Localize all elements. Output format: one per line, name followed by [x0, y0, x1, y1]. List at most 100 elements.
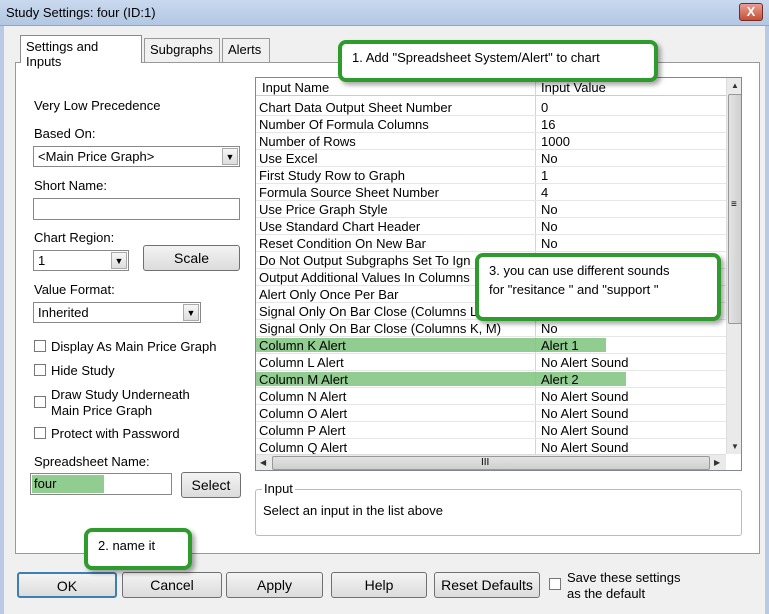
chevron-down-icon[interactable]: ▼: [183, 304, 199, 321]
input-name-cell: Column M Alert: [259, 372, 348, 387]
grip-icon: ≡: [731, 199, 737, 210]
value-format-value: Inherited: [38, 305, 89, 320]
table-row[interactable]: Signal Only On Bar Close (Columns K, M) N…: [256, 320, 726, 337]
value-format-select[interactable]: Inherited ▼: [33, 302, 201, 323]
apply-button[interactable]: Apply: [226, 572, 323, 598]
input-name-cell: Column Q Alert: [259, 440, 348, 455]
table-row[interactable]: Chart Data Output Sheet Number 0: [256, 99, 726, 116]
draw-underneath-label: Draw Study Underneath: [51, 387, 190, 402]
reset-defaults-button[interactable]: Reset Defaults: [434, 572, 540, 598]
tab-settings-and-inputs[interactable]: Settings and Inputs: [20, 35, 142, 69]
header-input-name[interactable]: Input Name: [262, 80, 329, 95]
vertical-scroll-thumb[interactable]: ≡: [728, 94, 741, 324]
table-row[interactable]: Number Of Formula Columns 16: [256, 116, 726, 133]
input-value-cell[interactable]: No Alert Sound: [541, 440, 628, 455]
spreadsheet-name-label: Spreadsheet Name:: [34, 454, 150, 469]
input-name-cell: Use Price Graph Style: [259, 202, 388, 217]
grip-icon: III: [481, 457, 490, 468]
based-on-value: <Main Price Graph>: [38, 149, 155, 164]
table-row[interactable]: Column O Alert No Alert Sound: [256, 405, 726, 422]
input-name-cell: Use Standard Chart Header: [259, 219, 421, 234]
input-name-cell: Do Not Output Subgraphs Set To Ign: [259, 253, 471, 268]
spreadsheet-name-value: four: [34, 476, 57, 491]
hide-study-label: Hide Study: [51, 363, 115, 378]
scroll-down-icon[interactable]: ▼: [731, 442, 739, 451]
display-main-price-graph-checkbox[interactable]: [34, 340, 46, 352]
input-value-cell[interactable]: 1: [541, 168, 548, 183]
input-value-cell[interactable]: Alert 2: [541, 372, 579, 387]
chevron-down-icon[interactable]: ▼: [222, 148, 238, 165]
table-row[interactable]: Use Price Graph Style No: [256, 201, 726, 218]
input-value-cell[interactable]: No Alert Sound: [541, 389, 628, 404]
input-value-cell[interactable]: 0: [541, 100, 548, 115]
save-defaults-label-2: as the default: [567, 586, 646, 601]
table-row[interactable]: Column K Alert Alert 1: [256, 337, 726, 354]
callout-name-it: 2. name it: [84, 528, 192, 570]
table-row[interactable]: Formula Source Sheet Number 4: [256, 184, 726, 201]
draw-underneath-label-2: Main Price Graph: [51, 403, 153, 418]
callout-different-sounds: 3. you can use different sounds for "res…: [475, 253, 721, 321]
save-defaults-checkbox[interactable]: [549, 578, 561, 590]
ok-button[interactable]: OK: [17, 572, 117, 598]
help-button[interactable]: Help: [331, 572, 427, 598]
input-name-cell: First Study Row to Graph: [259, 168, 405, 183]
table-row[interactable]: First Study Row to Graph 1: [256, 167, 726, 184]
scroll-up-icon[interactable]: ▲: [731, 81, 739, 90]
input-value-cell[interactable]: 16: [541, 117, 555, 132]
input-name-cell: Number of Rows: [259, 134, 356, 149]
vertical-scrollbar[interactable]: ▲ ≡ ▼: [726, 78, 741, 454]
input-value-cell[interactable]: No Alert Sound: [541, 355, 628, 370]
chevron-down-icon[interactable]: ▼: [111, 252, 127, 269]
horizontal-scrollbar[interactable]: ◀ III ▶: [256, 454, 726, 470]
protect-password-checkbox[interactable]: [34, 427, 46, 439]
input-description: Select an input in the list above: [263, 503, 443, 518]
close-button[interactable]: X: [739, 3, 763, 21]
input-name-cell: Column N Alert: [259, 389, 347, 404]
display-main-price-graph-label: Display As Main Price Graph: [51, 339, 217, 354]
input-value-cell[interactable]: No: [541, 151, 558, 166]
tab-alerts[interactable]: Alerts: [222, 38, 270, 62]
short-name-input[interactable]: [33, 198, 240, 220]
precedence-label: Very Low Precedence: [34, 98, 161, 113]
tab-subgraphs[interactable]: Subgraphs: [144, 38, 220, 62]
input-name-cell: Output Additional Values In Columns: [259, 270, 470, 285]
table-row[interactable]: Number of Rows 1000: [256, 133, 726, 150]
select-button[interactable]: Select: [181, 472, 241, 498]
input-value-cell[interactable]: No Alert Sound: [541, 423, 628, 438]
input-value-cell[interactable]: No: [541, 321, 558, 336]
scroll-right-icon[interactable]: ▶: [714, 458, 720, 467]
value-format-label: Value Format:: [34, 282, 115, 297]
input-name-cell: Alert Only Once Per Bar: [259, 287, 399, 302]
callout-3-text: 3. you can use different sounds: [489, 263, 670, 278]
table-row[interactable]: Column L Alert No Alert Sound: [256, 354, 726, 371]
hide-study-checkbox[interactable]: [34, 364, 46, 376]
callout-2-text: 2. name it: [98, 538, 156, 553]
horizontal-scroll-thumb[interactable]: III: [272, 456, 710, 470]
table-row[interactable]: Use Excel No: [256, 150, 726, 167]
table-row[interactable]: Reset Condition On New Bar No: [256, 235, 726, 252]
input-group-title: Input: [262, 481, 295, 496]
cancel-button[interactable]: Cancel: [122, 572, 222, 598]
draw-underneath-checkbox[interactable]: [34, 396, 46, 408]
table-row[interactable]: Column M Alert Alert 2: [256, 371, 726, 388]
scale-button[interactable]: Scale: [143, 245, 240, 271]
title-bar: Study Settings: four (ID:1) X: [0, 0, 769, 26]
based-on-select[interactable]: <Main Price Graph> ▼: [33, 146, 240, 167]
spreadsheet-name-input[interactable]: four: [30, 473, 172, 495]
input-name-cell: Use Excel: [259, 151, 318, 166]
window-title: Study Settings: four (ID:1): [6, 5, 156, 20]
table-row[interactable]: Column N Alert No Alert Sound: [256, 388, 726, 405]
input-value-cell[interactable]: No: [541, 236, 558, 251]
header-input-value[interactable]: Input Value: [541, 80, 606, 95]
input-value-cell[interactable]: Alert 1: [541, 338, 579, 353]
input-value-cell[interactable]: No: [541, 219, 558, 234]
table-row[interactable]: Use Standard Chart Header No: [256, 218, 726, 235]
input-value-cell[interactable]: No Alert Sound: [541, 406, 628, 421]
input-value-cell[interactable]: 4: [541, 185, 548, 200]
scroll-left-icon[interactable]: ◀: [260, 458, 266, 467]
input-value-cell[interactable]: No: [541, 202, 558, 217]
input-name-cell: Column O Alert: [259, 406, 348, 421]
input-value-cell[interactable]: 1000: [541, 134, 570, 149]
chart-region-select[interactable]: 1 ▼: [33, 250, 129, 271]
table-row[interactable]: Column P Alert No Alert Sound: [256, 422, 726, 439]
